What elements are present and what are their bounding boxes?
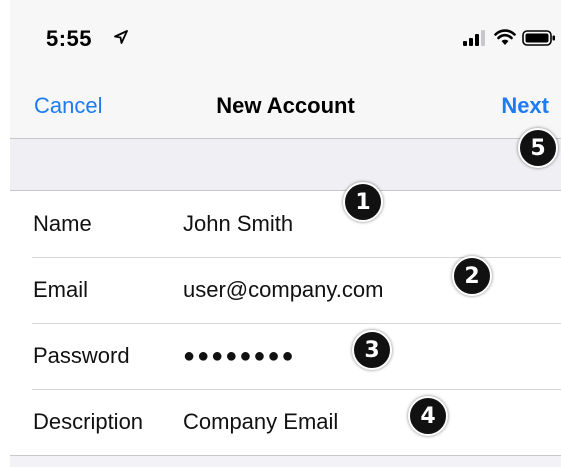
callout-badge-5: 5 bbox=[518, 128, 558, 168]
wifi-icon bbox=[494, 29, 516, 45]
password-label: Password bbox=[33, 343, 130, 368]
callout-badge-2: 2 bbox=[452, 256, 492, 296]
battery-icon bbox=[522, 30, 555, 46]
name-label: Name bbox=[33, 211, 92, 236]
account-form: Name John Smith Email user@company.com P… bbox=[10, 191, 561, 456]
status-time: 5:55 bbox=[46, 26, 93, 51]
name-row[interactable]: Name John Smith bbox=[10, 191, 561, 257]
location-arrow-icon bbox=[114, 30, 128, 44]
email-field[interactable]: user@company.com bbox=[183, 277, 383, 303]
password-field[interactable]: ●●●●●●●● bbox=[183, 345, 296, 368]
callout-badge-3: 3 bbox=[352, 330, 392, 370]
callout-badge-4: 4 bbox=[408, 396, 448, 436]
description-label: Description bbox=[33, 409, 144, 434]
next-button[interactable]: Next bbox=[501, 93, 549, 119]
name-field[interactable]: John Smith bbox=[183, 211, 293, 237]
cellular-signal-icon bbox=[463, 30, 485, 46]
page-title: New Account bbox=[216, 93, 355, 118]
password-row[interactable]: Password ●●●●●●●● bbox=[10, 323, 561, 389]
callout-badge-1: 1 bbox=[343, 182, 383, 222]
description-row[interactable]: Description Company Email bbox=[10, 389, 561, 455]
phone-screen: 5:55 Cancel New Account Next Name John S… bbox=[10, 0, 561, 467]
navigation-bar: Cancel New Account Next bbox=[10, 80, 561, 139]
status-bar: 5:55 bbox=[10, 0, 561, 80]
email-label: Email bbox=[33, 277, 89, 302]
description-field[interactable]: Company Email bbox=[183, 409, 338, 435]
section-spacer bbox=[10, 139, 561, 191]
